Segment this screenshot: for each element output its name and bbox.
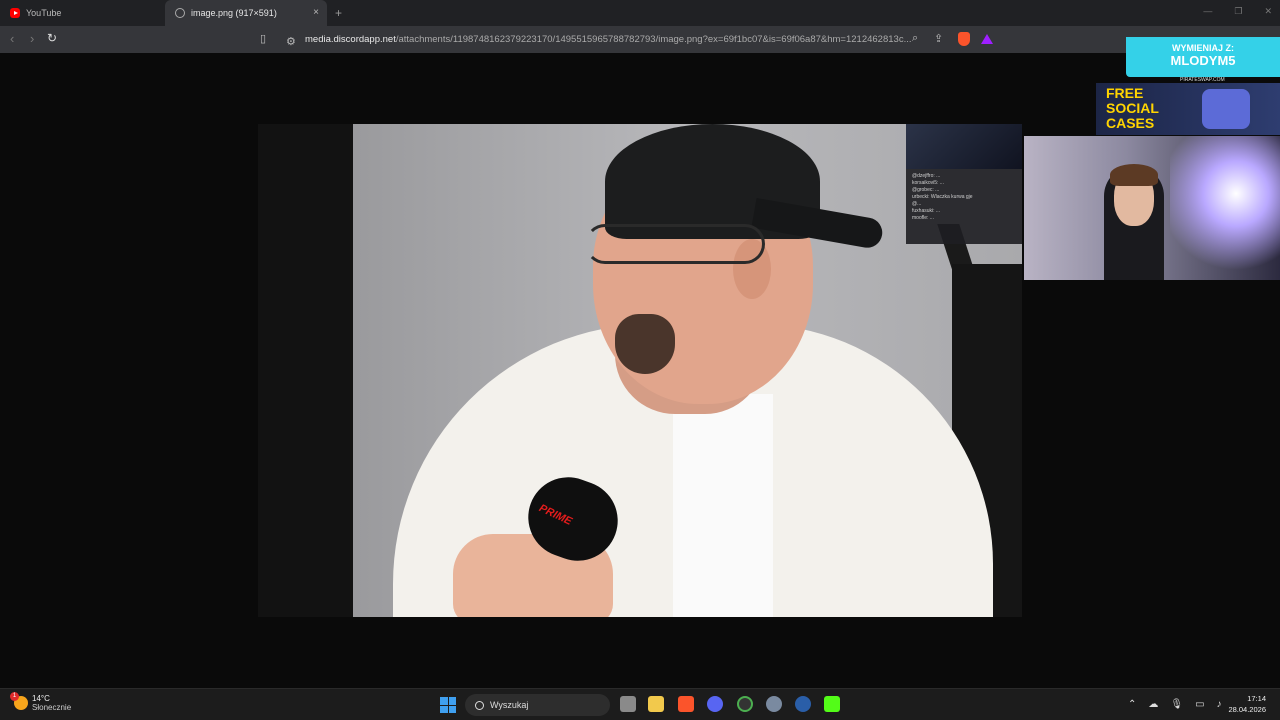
share-icon[interactable]: ⇪ [934, 32, 943, 45]
minimize-icon[interactable]: — [1203, 6, 1212, 17]
volume-icon[interactable]: ♪ [1217, 699, 1222, 710]
clock-date: 28.04.2026 [1228, 705, 1266, 714]
discord-icon[interactable] [707, 696, 723, 712]
tab-title: image.png (917×591) [191, 8, 277, 18]
cases-line: FREE [1106, 85, 1144, 101]
chat-lines: @dzejffro: ... korsaikovi5: ... @grobec:… [906, 169, 1022, 226]
settings-icon[interactable] [766, 696, 782, 712]
weather-desc: Słonecznie [32, 703, 72, 712]
beard [615, 314, 675, 374]
obs-icon[interactable] [795, 696, 811, 712]
chat-line: fuxhasuki: ... [912, 208, 941, 214]
url-host: media.discordapp.net [305, 34, 396, 45]
windows-start-icon[interactable] [440, 697, 456, 713]
brave-browser-icon[interactable] [678, 696, 694, 712]
chat-line: moofle: ... [912, 215, 934, 221]
site-info-icon[interactable]: ⚙ [286, 35, 296, 48]
window-controls: — ❐ ✕ [1203, 6, 1272, 17]
displayed-image[interactable]: PRIME @dzejffro: ... korsaikovi5: ... @g… [258, 124, 1022, 617]
restore-icon[interactable]: ❐ [1234, 6, 1242, 17]
swap-code: MLODYM5 [1170, 53, 1236, 68]
neon-light [1170, 136, 1280, 280]
system-tray: ⌃ ☁ 🎙 ▭ ♪ [1128, 699, 1222, 710]
weather-widget[interactable]: 1 14°C Słonecznie [10, 692, 72, 712]
address-bar[interactable]: ⚙ media.discordapp.net/attachments/11987… [280, 29, 1000, 50]
bookmark-icon[interactable]: ▯ [260, 32, 266, 45]
chat-line: @dzejffro: ... [912, 173, 941, 179]
url-path: /attachments/1198748162379223170/1495515… [395, 34, 912, 45]
close-tab-icon[interactable]: × [313, 7, 319, 18]
zoom-icon[interactable]: ⌕ [912, 32, 918, 45]
swap-promo-overlay: WYMIENIAJ Z: MLODYM5 [1126, 37, 1280, 77]
swap-line1: WYMIENIAJ Z: [1172, 43, 1234, 53]
search-icon [475, 700, 484, 710]
task-view-icon[interactable] [620, 696, 636, 712]
chat-line: urbecki: Wlaczka kurwa gje [912, 194, 973, 200]
back-icon[interactable]: ‹ [10, 31, 14, 46]
streamer-hair [1110, 164, 1158, 186]
reload-icon[interactable]: ↻ [47, 31, 57, 45]
glasses [585, 224, 765, 264]
white-shirt [673, 394, 773, 617]
globe-icon [175, 8, 185, 18]
chat-cam [906, 124, 1022, 169]
weather-badge: 1 [10, 692, 19, 701]
chevron-up-icon[interactable]: ⌃ [1128, 699, 1136, 710]
tab-youtube[interactable]: YouTube [0, 0, 165, 26]
taskbar-search[interactable]: Wyszukaj [465, 694, 610, 716]
weather-temp: 14°C [32, 694, 50, 703]
stream-chat-overlay: @dzejffro: ... korsaikovi5: ... @grobec:… [906, 124, 1022, 244]
file-explorer-icon[interactable] [648, 696, 664, 712]
cases-line: CASES [1106, 115, 1155, 131]
forward-icon[interactable]: › [30, 31, 34, 46]
chat-line: @grobec: ... [912, 187, 940, 193]
cases-line: SOCIAL [1106, 100, 1159, 116]
new-tab-button[interactable]: + [335, 0, 342, 26]
search-placeholder: Wyszukaj [490, 700, 529, 710]
brave-rewards-icon[interactable] [981, 34, 993, 44]
cases-text: FREE SOCIAL CASES [1106, 86, 1159, 131]
tab-title: YouTube [26, 8, 62, 18]
close-window-icon[interactable]: ✕ [1264, 6, 1272, 17]
kick-icon[interactable] [824, 696, 840, 712]
navigation-bar: ‹ › ↻ ▯ ⚙ media.discordapp.net/attachmen… [0, 26, 1280, 53]
network-icon[interactable]: ▭ [1195, 699, 1204, 710]
streamer-webcam [1024, 136, 1280, 280]
clock-time: 17:14 [1247, 694, 1266, 703]
chat-line: korsaikovi5: ... [912, 180, 944, 186]
discord-case-icon [1202, 89, 1250, 129]
app-icon[interactable] [737, 696, 753, 712]
youtube-icon [10, 8, 20, 18]
onedrive-icon[interactable]: ☁ [1148, 699, 1158, 710]
chat-line: @... [912, 201, 922, 207]
clock[interactable]: 17:14 28.04.2026 [1228, 693, 1266, 715]
microphone-icon[interactable]: 🎙 [1170, 699, 1183, 710]
tab-image[interactable]: image.png (917×591) × [165, 0, 327, 26]
url-text: media.discordapp.net/attachments/1198748… [305, 34, 912, 45]
cases-promo-overlay: FREE SOCIAL CASES [1096, 83, 1280, 135]
tab-strip: YouTube image.png (917×591) × + — ❐ ✕ [0, 0, 1280, 26]
brave-shields-icon[interactable] [958, 32, 970, 46]
windows-taskbar: 1 14°C Słonecznie Wyszukaj ⌃ ☁ 🎙 ▭ ♪ 17:… [0, 688, 1280, 720]
sun-icon: 1 [10, 692, 28, 710]
interview-photo: PRIME @dzejffro: ... korsaikovi5: ... @g… [353, 124, 1022, 617]
